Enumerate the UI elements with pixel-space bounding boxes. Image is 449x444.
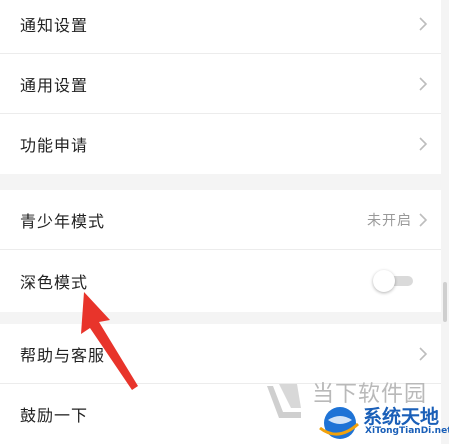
general-settings-item[interactable]: 通用设置 bbox=[0, 54, 441, 114]
teen-mode-label: 青少年模式 bbox=[20, 212, 106, 231]
red-arrow-annotation bbox=[81, 292, 138, 390]
settings-group-2: 青少年模式 未开启 深色模式 bbox=[0, 190, 441, 312]
notification-settings-item[interactable]: 通知设置 bbox=[0, 0, 441, 54]
chevron-right-icon bbox=[419, 77, 428, 91]
general-settings-label: 通用设置 bbox=[20, 76, 89, 95]
watermark-brand: 系统天地 bbox=[363, 406, 440, 428]
dark-mode-label: 深色模式 bbox=[20, 273, 89, 292]
toggle-knob bbox=[373, 270, 395, 292]
site-logo-icon bbox=[267, 384, 301, 418]
feature-request-item[interactable]: 功能申请 bbox=[0, 114, 441, 174]
settings-group-1: 通知设置 通用设置 功能申请 bbox=[0, 0, 441, 174]
chevron-right-icon bbox=[419, 347, 428, 361]
teen-mode-item[interactable]: 青少年模式 未开启 bbox=[0, 190, 441, 250]
notification-settings-label: 通知设置 bbox=[20, 16, 89, 35]
teen-mode-status: 未开启 bbox=[367, 213, 412, 229]
globe-logo-icon bbox=[319, 407, 360, 439]
chevron-right-icon bbox=[419, 213, 428, 227]
help-support-item[interactable]: 帮助与客服 bbox=[0, 324, 441, 384]
watermark-url: XiTongTianDi.net bbox=[365, 426, 449, 436]
chevron-right-icon bbox=[419, 137, 428, 151]
dark-mode-toggle[interactable] bbox=[373, 270, 415, 292]
chevron-right-icon bbox=[419, 17, 428, 31]
feature-request-label: 功能申请 bbox=[20, 136, 89, 155]
scrollbar[interactable] bbox=[443, 282, 447, 322]
encourage-label: 鼓励一下 bbox=[20, 406, 89, 425]
